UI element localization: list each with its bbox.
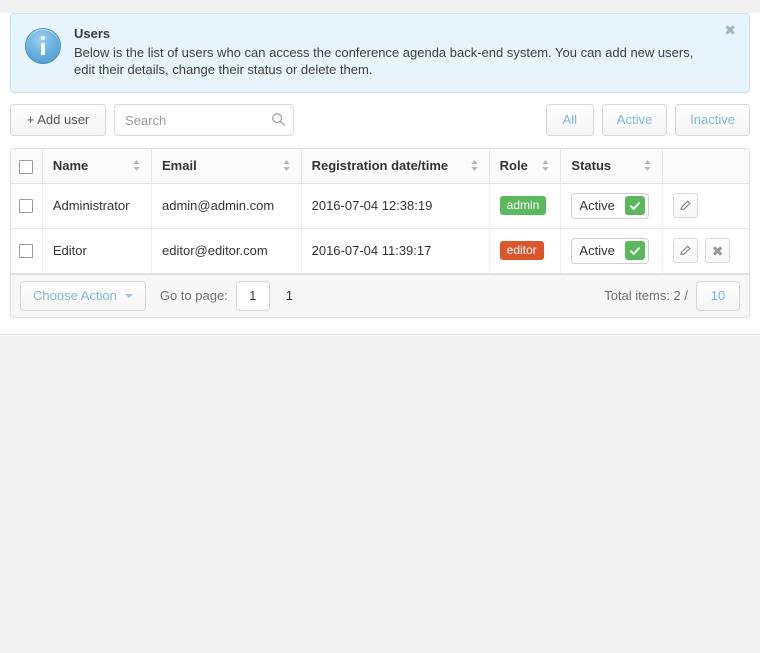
row-checkbox[interactable] xyxy=(19,199,34,214)
users-table-wrapper: Name Email Registration date/time Role S… xyxy=(10,148,750,274)
role-badge: admin xyxy=(499,196,547,216)
table-row: Administrator admin@admin.com 2016-07-04… xyxy=(11,183,749,229)
filter-inactive-button[interactable]: Inactive xyxy=(675,104,750,136)
table-body: Administrator admin@admin.com 2016-07-04… xyxy=(11,183,749,274)
sort-icon xyxy=(283,160,290,172)
cell-name: Editor xyxy=(42,228,153,274)
info-alert: Users Below is the list of users who can… xyxy=(10,13,750,93)
status-toggle-control[interactable]: Active xyxy=(571,237,650,264)
cell-email: admin@admin.com xyxy=(151,183,302,229)
status-toggle-control[interactable]: Active xyxy=(571,192,650,219)
row-checkbox[interactable] xyxy=(19,244,34,259)
role-badge: editor xyxy=(499,241,544,261)
cell-registration: 2016-07-04 11:39:17 xyxy=(301,228,490,274)
search-field-wrapper xyxy=(114,104,294,136)
column-label-email: Email xyxy=(162,158,197,174)
table-footer: Choose Action Go to page: 1 Total items:… xyxy=(10,273,750,318)
edit-icon[interactable] xyxy=(672,238,698,264)
goto-page-label: Go to page: xyxy=(159,288,228,304)
column-header-email[interactable]: Email xyxy=(151,149,302,184)
column-label-registration: Registration date/time xyxy=(311,158,449,174)
search-input[interactable] xyxy=(114,104,294,136)
status-label: Active xyxy=(579,243,615,259)
page-input[interactable] xyxy=(235,280,270,311)
add-user-button[interactable]: + Add user xyxy=(10,104,106,136)
cell-status: Active xyxy=(560,183,663,229)
filter-group: All Active Inactive xyxy=(538,104,750,136)
sort-icon xyxy=(542,160,550,172)
choose-action-dropdown[interactable]: Choose Action xyxy=(20,280,146,311)
cell-status: Active xyxy=(560,228,663,274)
sort-icon xyxy=(643,160,651,172)
filter-all-button[interactable]: All xyxy=(545,104,594,136)
cell-email: editor@editor.com xyxy=(151,228,302,274)
cell-actions: ✖ xyxy=(662,228,749,274)
chevron-down-icon xyxy=(124,293,133,298)
select-all-checkbox[interactable] xyxy=(19,159,34,174)
alert-body: Users Below is the list of users who can… xyxy=(74,26,735,78)
content-panel: Users Below is the list of users who can… xyxy=(0,13,760,335)
column-header-actions xyxy=(662,149,749,184)
check-icon xyxy=(625,241,646,261)
table-row: Editor editor@editor.com 2016-07-04 11:3… xyxy=(11,228,749,274)
column-label-status: Status xyxy=(571,158,612,174)
edit-icon[interactable] xyxy=(672,193,698,219)
alert-title: Users xyxy=(74,26,111,41)
column-header-status[interactable]: Status xyxy=(560,149,663,184)
cell-role: editor xyxy=(489,228,562,274)
table-header-row: Name Email Registration date/time Role S… xyxy=(11,149,749,184)
status-label: Active xyxy=(579,198,615,214)
close-icon[interactable]: ✖ xyxy=(720,21,740,39)
column-header-name[interactable]: Name xyxy=(42,149,153,184)
per-page-button[interactable]: 10 xyxy=(696,280,740,311)
sort-icon xyxy=(133,160,140,172)
check-icon xyxy=(625,196,646,216)
column-header-registration[interactable]: Registration date/time xyxy=(301,149,490,184)
filter-active-button[interactable]: Active xyxy=(601,104,668,136)
table-header: Name Email Registration date/time Role S… xyxy=(11,149,749,184)
choose-action-label: Choose Action xyxy=(33,287,117,303)
cell-actions xyxy=(662,183,749,229)
column-header-role[interactable]: Role xyxy=(489,149,562,184)
row-select-cell xyxy=(11,183,43,229)
info-icon xyxy=(25,28,61,64)
toolbar: + Add user All Active Inactive xyxy=(10,104,750,136)
alert-text: Below is the list of users who can acces… xyxy=(74,45,694,77)
users-table: Name Email Registration date/time Role S… xyxy=(11,149,749,274)
column-label-name: Name xyxy=(52,158,89,174)
cell-registration: 2016-07-04 12:38:19 xyxy=(301,183,490,229)
sort-icon xyxy=(471,160,478,172)
delete-icon[interactable]: ✖ xyxy=(705,238,731,264)
page-background xyxy=(0,335,760,653)
column-label-role: Role xyxy=(499,158,528,174)
select-all-header xyxy=(11,149,43,184)
cell-name: Administrator xyxy=(42,183,153,229)
cell-role: admin xyxy=(489,183,562,229)
current-page-number: 1 xyxy=(285,288,294,304)
total-items-label: Total items: 2 / xyxy=(604,288,688,304)
row-select-cell xyxy=(11,228,43,274)
